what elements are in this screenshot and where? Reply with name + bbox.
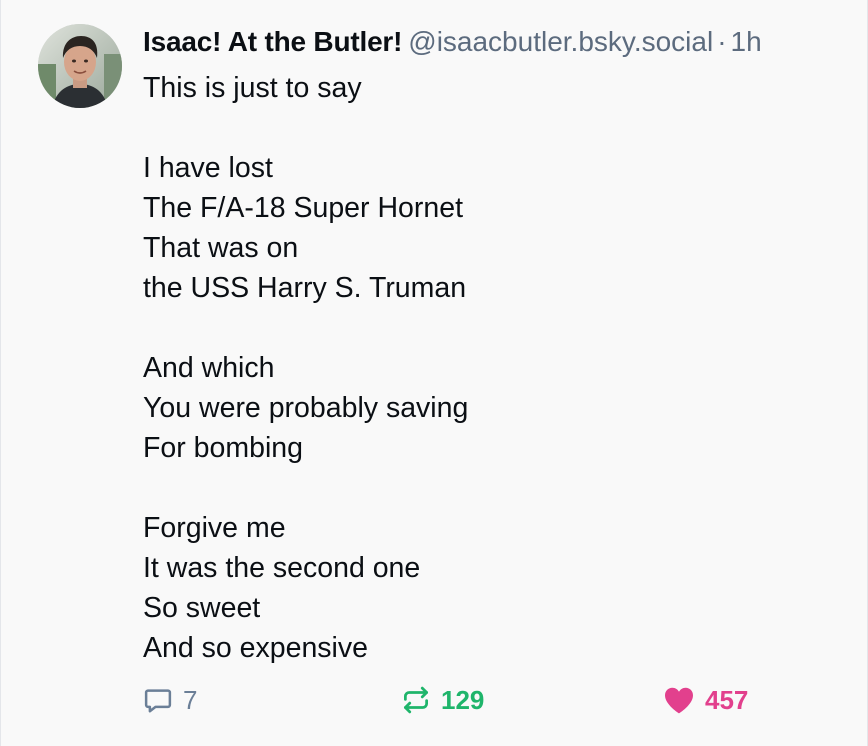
post-line: I have lost	[143, 152, 273, 184]
speech-bubble-icon	[144, 689, 172, 713]
heart-icon	[665, 687, 693, 714]
post-line-break	[143, 108, 843, 148]
repost-arrows-icon	[404, 686, 428, 714]
post-line: the USS Harry S. Truman	[143, 272, 467, 304]
post-line: That was on	[143, 232, 299, 264]
post-line: Forgive me	[143, 512, 286, 544]
post-line: And which	[143, 352, 275, 384]
repost-count: 129	[441, 684, 485, 715]
author-display-name[interactable]: Isaac! At the Butler!	[143, 26, 402, 57]
post-timestamp[interactable]: 1h	[731, 26, 762, 57]
avatar[interactable]	[38, 24, 122, 108]
post-line: It was the second one	[143, 552, 421, 584]
post-line: And so expensive	[143, 632, 368, 664]
author-handle[interactable]: @isaacbutler.bsky.social	[408, 26, 713, 57]
post-line: This is just to say	[143, 72, 362, 104]
post-actions: 7 129 457	[143, 680, 783, 720]
post-card[interactable]: Isaac! At the Butler! @isaacbutler.bsky.s…	[0, 0, 868, 746]
post-line-break	[143, 308, 843, 348]
post-line: You were probably saving	[143, 392, 469, 424]
post-header: Isaac! At the Butler! @isaacbutler.bsky.s…	[143, 24, 762, 60]
post-line: The F/A-18 Super Hornet	[143, 192, 463, 224]
post-line-break	[143, 468, 843, 508]
reply-count: 7	[183, 684, 198, 715]
like-count: 457	[705, 684, 749, 715]
like-button[interactable]: 457	[663, 680, 748, 720]
reply-button[interactable]: 7	[143, 680, 197, 720]
avatar-photo	[38, 24, 122, 108]
post-line: So sweet	[143, 592, 261, 624]
post-line: For bombing	[143, 432, 303, 464]
repost-button[interactable]: 129	[401, 680, 484, 720]
post-text: This is just to say I have lost The F/A-18…	[143, 68, 843, 668]
meta-separator: ·	[717, 26, 727, 57]
